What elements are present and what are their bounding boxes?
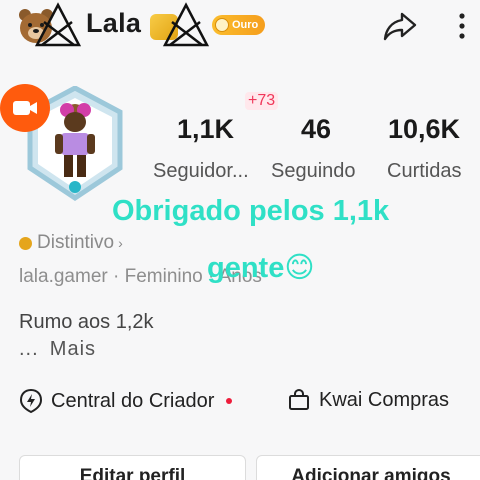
followers-label[interactable]: Seguidor... <box>153 160 249 183</box>
bio-ellipsis: ... <box>19 338 39 360</box>
chevron-right-icon: › <box>118 235 123 251</box>
bio-more-label: Mais <box>49 338 97 360</box>
new-followers-badge: +73 <box>245 92 279 110</box>
edit-profile-button[interactable]: Editar perfil <box>19 455 246 480</box>
following-count[interactable]: 46 <box>301 114 331 145</box>
badge-label: Distintivo <box>37 232 115 253</box>
profile-header: Lala Ouro <box>0 0 480 52</box>
following-label[interactable]: Seguindo <box>271 160 356 183</box>
add-friends-button[interactable]: Adicionar amigos <box>256 455 480 480</box>
badge-link[interactable]: Distintivo › <box>19 232 123 254</box>
more-icon[interactable] <box>452 10 472 42</box>
notification-dot <box>226 398 233 404</box>
creator-center-link[interactable]: Central do Criador <box>19 388 233 414</box>
likes-label[interactable]: Curtidas <box>387 160 461 183</box>
profile-bio: Rumo aos 1,2k <box>19 311 154 333</box>
edit-profile-label: Editar perfil <box>79 466 186 480</box>
creator-center-label: Central do Criador <box>51 389 215 412</box>
video-camera-icon <box>13 101 37 115</box>
coin-icon <box>215 18 229 32</box>
level-badge-label: Ouro <box>232 19 259 31</box>
level-badge[interactable]: Ouro <box>212 15 266 35</box>
badge-icon <box>19 236 32 250</box>
add-friends-label: Adicionar amigos <box>291 466 451 480</box>
kwai-shop-label: Kwai Compras <box>319 388 450 411</box>
lightning-pin-icon <box>19 388 43 414</box>
shopping-bag-icon <box>289 388 309 410</box>
triangle-logo-icon <box>34 2 82 47</box>
share-icon[interactable] <box>382 8 418 44</box>
live-camera-button[interactable] <box>0 84 50 132</box>
caption-line-1: Obrigado pelos 1,1k <box>112 195 390 227</box>
bio-more-link[interactable]: ... Mais <box>19 338 96 361</box>
caption-line-2: gente😊 <box>207 252 315 284</box>
triangle-logo-icon <box>162 2 210 47</box>
likes-count[interactable]: 10,6K <box>388 114 460 145</box>
followers-count[interactable]: 1,1K <box>177 114 234 145</box>
kwai-shop-link[interactable]: Kwai Compras <box>287 388 449 412</box>
username: Lala <box>86 8 142 38</box>
